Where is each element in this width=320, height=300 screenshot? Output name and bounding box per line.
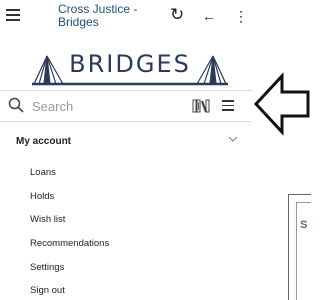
- menu-item-holds[interactable]: Holds: [30, 191, 54, 202]
- my-account-header[interactable]: My account: [0, 132, 252, 150]
- books-icon[interactable]: [192, 99, 210, 113]
- back-arrow-icon[interactable]: ←: [202, 7, 216, 25]
- menu-item-settings[interactable]: Settings: [30, 262, 64, 273]
- divider: [0, 121, 252, 122]
- navigation-drawer: Cross Justice - Bridges ↻ ← ⋮ BRIDGES Se…: [0, 0, 252, 299]
- search-bar: [0, 92, 252, 120]
- bridges-logo: BRIDGES: [32, 50, 228, 86]
- hamburger-icon[interactable]: [6, 9, 20, 21]
- background-heading-fragment: S: [300, 219, 308, 231]
- search-icon[interactable]: [8, 97, 24, 113]
- chevron-down-icon: [228, 136, 238, 142]
- logo-text: BRIDGES: [69, 50, 191, 78]
- search-input[interactable]: [32, 96, 172, 116]
- app-title: Cross Justice - Bridges: [58, 2, 138, 29]
- menu-item-wish-list[interactable]: Wish list: [30, 214, 65, 225]
- section-title: My account: [16, 136, 72, 147]
- menu-item-recommendations[interactable]: Recommendations: [30, 238, 109, 249]
- refresh-icon[interactable]: ↻: [170, 6, 184, 24]
- menu-item-sign-out[interactable]: Sign out: [30, 285, 65, 296]
- background-card: S: [296, 202, 311, 300]
- left-arrow-annotation-icon: [254, 72, 310, 136]
- list-menu-icon[interactable]: [222, 100, 234, 111]
- divider: [0, 90, 252, 91]
- app-toolbar: Cross Justice - Bridges ↻ ← ⋮: [0, 0, 252, 34]
- more-vert-icon[interactable]: ⋮: [234, 7, 248, 25]
- menu-item-loans[interactable]: Loans: [30, 167, 56, 178]
